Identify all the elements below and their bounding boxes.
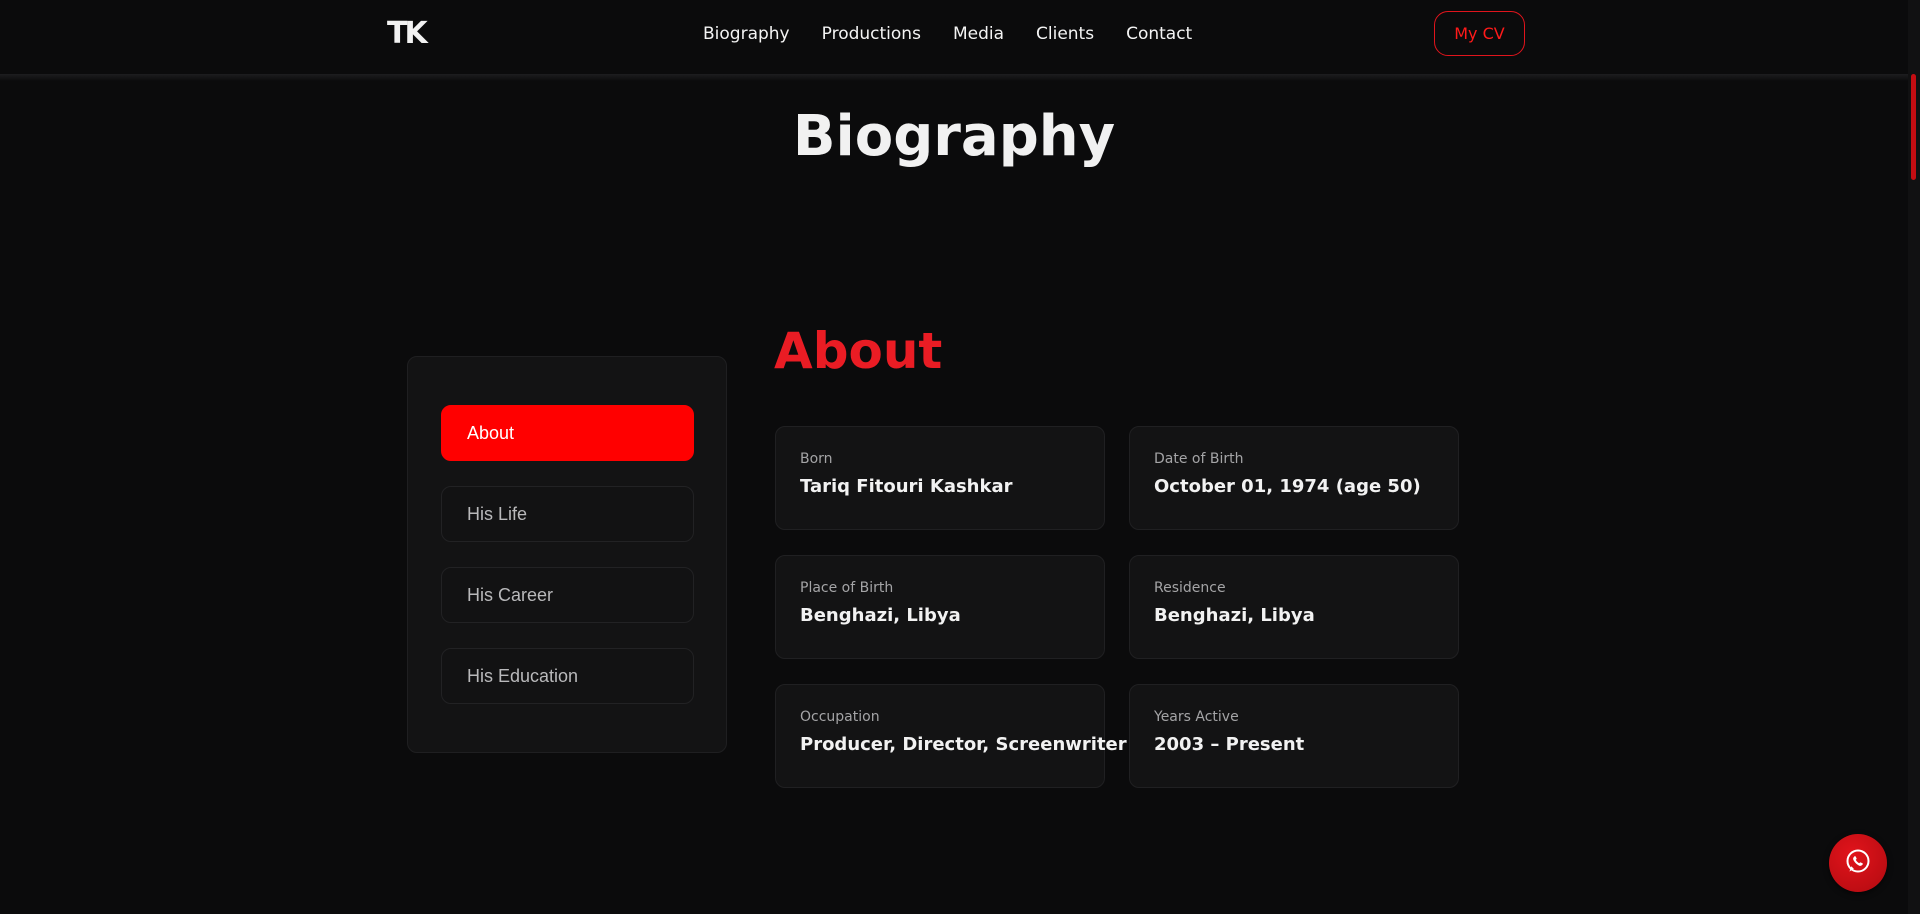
- sidebar-item-his-life[interactable]: His Life: [441, 486, 694, 542]
- card-value: Benghazi, Libya: [1154, 605, 1315, 626]
- info-card-born: Born Tariq Fitouri Kashkar: [775, 426, 1105, 530]
- site-header: TK Biography Productions Media Clients C…: [0, 0, 1908, 74]
- info-card-years-active: Years Active 2003 – Present: [1129, 684, 1459, 788]
- sidebar-item-his-education[interactable]: His Education: [441, 648, 694, 704]
- card-label: Place of Birth: [800, 580, 894, 596]
- header-divider: [0, 74, 1908, 81]
- card-value: Tariq Fitouri Kashkar: [800, 476, 1013, 497]
- info-card-place-of-birth: Place of Birth Benghazi, Libya: [775, 555, 1105, 659]
- info-card-date-of-birth: Date of Birth October 01, 1974 (age 50): [1129, 426, 1459, 530]
- biography-sidebar: About His Life His Career His Education: [407, 356, 727, 753]
- nav-link-biography[interactable]: Biography: [703, 24, 790, 44]
- sidebar-item-his-career[interactable]: His Career: [441, 567, 694, 623]
- site-logo[interactable]: TK: [387, 14, 428, 54]
- nav-link-clients[interactable]: Clients: [1036, 24, 1094, 44]
- info-card-occupation: Occupation Producer, Director, Screenwri…: [775, 684, 1127, 788]
- main-nav: Biography Productions Media Clients Cont…: [703, 0, 1192, 68]
- card-label: Years Active: [1154, 709, 1239, 725]
- nav-link-media[interactable]: Media: [953, 24, 1004, 44]
- whatsapp-chat-button[interactable]: [1829, 834, 1887, 892]
- card-value: 2003 – Present: [1154, 734, 1305, 755]
- whatsapp-icon: [1844, 847, 1872, 879]
- section-title: About: [774, 322, 943, 380]
- sidebar-item-about[interactable]: About: [441, 405, 694, 461]
- card-label: Born: [800, 451, 833, 467]
- card-value: Producer, Director, Screenwriter: [800, 734, 1127, 755]
- scrollbar-thumb[interactable]: [1911, 74, 1916, 180]
- card-label: Date of Birth: [1154, 451, 1244, 467]
- card-label: Occupation: [800, 709, 880, 725]
- nav-link-productions[interactable]: Productions: [822, 24, 921, 44]
- page-title: Biography: [792, 104, 1116, 169]
- info-card-residence: Residence Benghazi, Libya: [1129, 555, 1459, 659]
- page: TK Biography Productions Media Clients C…: [0, 0, 1920, 914]
- card-value: Benghazi, Libya: [800, 605, 961, 626]
- nav-link-contact[interactable]: Contact: [1126, 24, 1192, 44]
- my-cv-button[interactable]: My CV: [1434, 11, 1525, 56]
- card-label: Residence: [1154, 580, 1226, 596]
- card-value: October 01, 1974 (age 50): [1154, 476, 1421, 497]
